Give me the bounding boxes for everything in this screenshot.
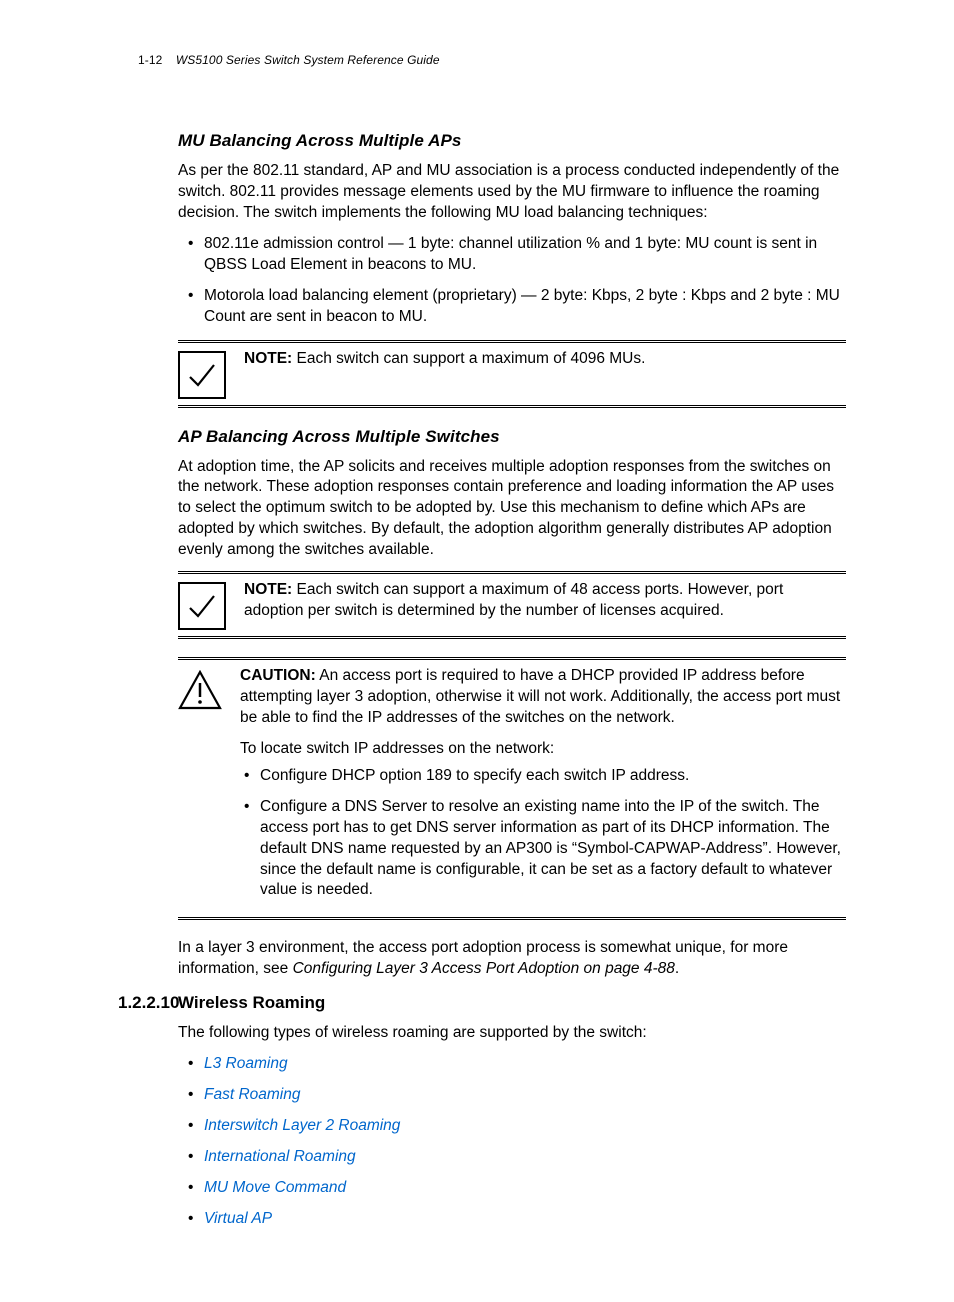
- heading-ap-balancing: AP Balancing Across Multiple Switches: [178, 426, 846, 449]
- list-item: International Roaming: [178, 1147, 846, 1168]
- list-item: 802.11e admission control — 1 byte: chan…: [178, 234, 846, 276]
- link-l3-roaming[interactable]: L3 Roaming: [204, 1055, 288, 1072]
- link-virtual-ap[interactable]: Virtual AP: [204, 1210, 272, 1227]
- link-fast-roaming[interactable]: Fast Roaming: [204, 1086, 300, 1103]
- heading-wireless-roaming: Wireless Roaming: [178, 992, 325, 1015]
- note-label: NOTE:: [244, 350, 292, 367]
- list-item: L3 Roaming: [178, 1054, 846, 1075]
- note-text: Each switch can support a maximum of 48 …: [244, 581, 783, 619]
- list-roaming-links: L3 Roaming Fast Roaming Interswitch Laye…: [178, 1054, 846, 1230]
- doc-title: WS5100 Series Switch System Reference Gu…: [176, 53, 440, 67]
- link-mu-move[interactable]: MU Move Command: [204, 1179, 346, 1196]
- caution-callout: CAUTION: An access port is required to h…: [178, 657, 846, 920]
- para-roaming-intro: The following types of wireless roaming …: [178, 1023, 846, 1044]
- list-mu-techniques: 802.11e admission control — 1 byte: chan…: [178, 234, 846, 328]
- checkmark-icon: [178, 351, 226, 399]
- link-international-roaming[interactable]: International Roaming: [204, 1148, 356, 1165]
- heading-mu-balancing: MU Balancing Across Multiple APs: [178, 130, 846, 153]
- note-callout: NOTE: Each switch can support a maximum …: [178, 340, 846, 408]
- link-interswitch-roaming[interactable]: Interswitch Layer 2 Roaming: [204, 1117, 400, 1134]
- warning-icon: [178, 668, 222, 712]
- checkmark-icon: [178, 582, 226, 630]
- para-mu-intro: As per the 802.11 standard, AP and MU as…: [178, 161, 846, 224]
- list-caution: Configure DHCP option 189 to specify eac…: [240, 766, 846, 902]
- list-item: MU Move Command: [178, 1178, 846, 1199]
- caution-lead: To locate switch IP addresses on the net…: [240, 739, 846, 760]
- running-header: 1-12 WS5100 Series Switch System Referen…: [138, 52, 846, 68]
- section-number: 1.2.2.10: [118, 992, 178, 1015]
- list-item: Fast Roaming: [178, 1085, 846, 1106]
- caution-text: An access port is required to have a DHC…: [240, 667, 840, 726]
- page-number: 1-12: [138, 53, 162, 67]
- para-ap-intro: At adoption time, the AP solicits and re…: [178, 457, 846, 562]
- cross-reference: Configuring Layer 3 Access Port Adoption…: [293, 960, 675, 977]
- caution-label: CAUTION:: [240, 667, 316, 684]
- list-item: Configure DHCP option 189 to specify eac…: [240, 766, 846, 787]
- note-callout: NOTE: Each switch can support a maximum …: [178, 571, 846, 639]
- note-label: NOTE:: [244, 581, 292, 598]
- note-text: Each switch can support a maximum of 409…: [292, 350, 645, 367]
- list-item: Virtual AP: [178, 1209, 846, 1230]
- para-layer3-trailer: In a layer 3 environment, the access por…: [178, 938, 846, 980]
- list-item: Motorola load balancing element (proprie…: [178, 286, 846, 328]
- list-item: Configure a DNS Server to resolve an exi…: [240, 797, 846, 902]
- list-item: Interswitch Layer 2 Roaming: [178, 1116, 846, 1137]
